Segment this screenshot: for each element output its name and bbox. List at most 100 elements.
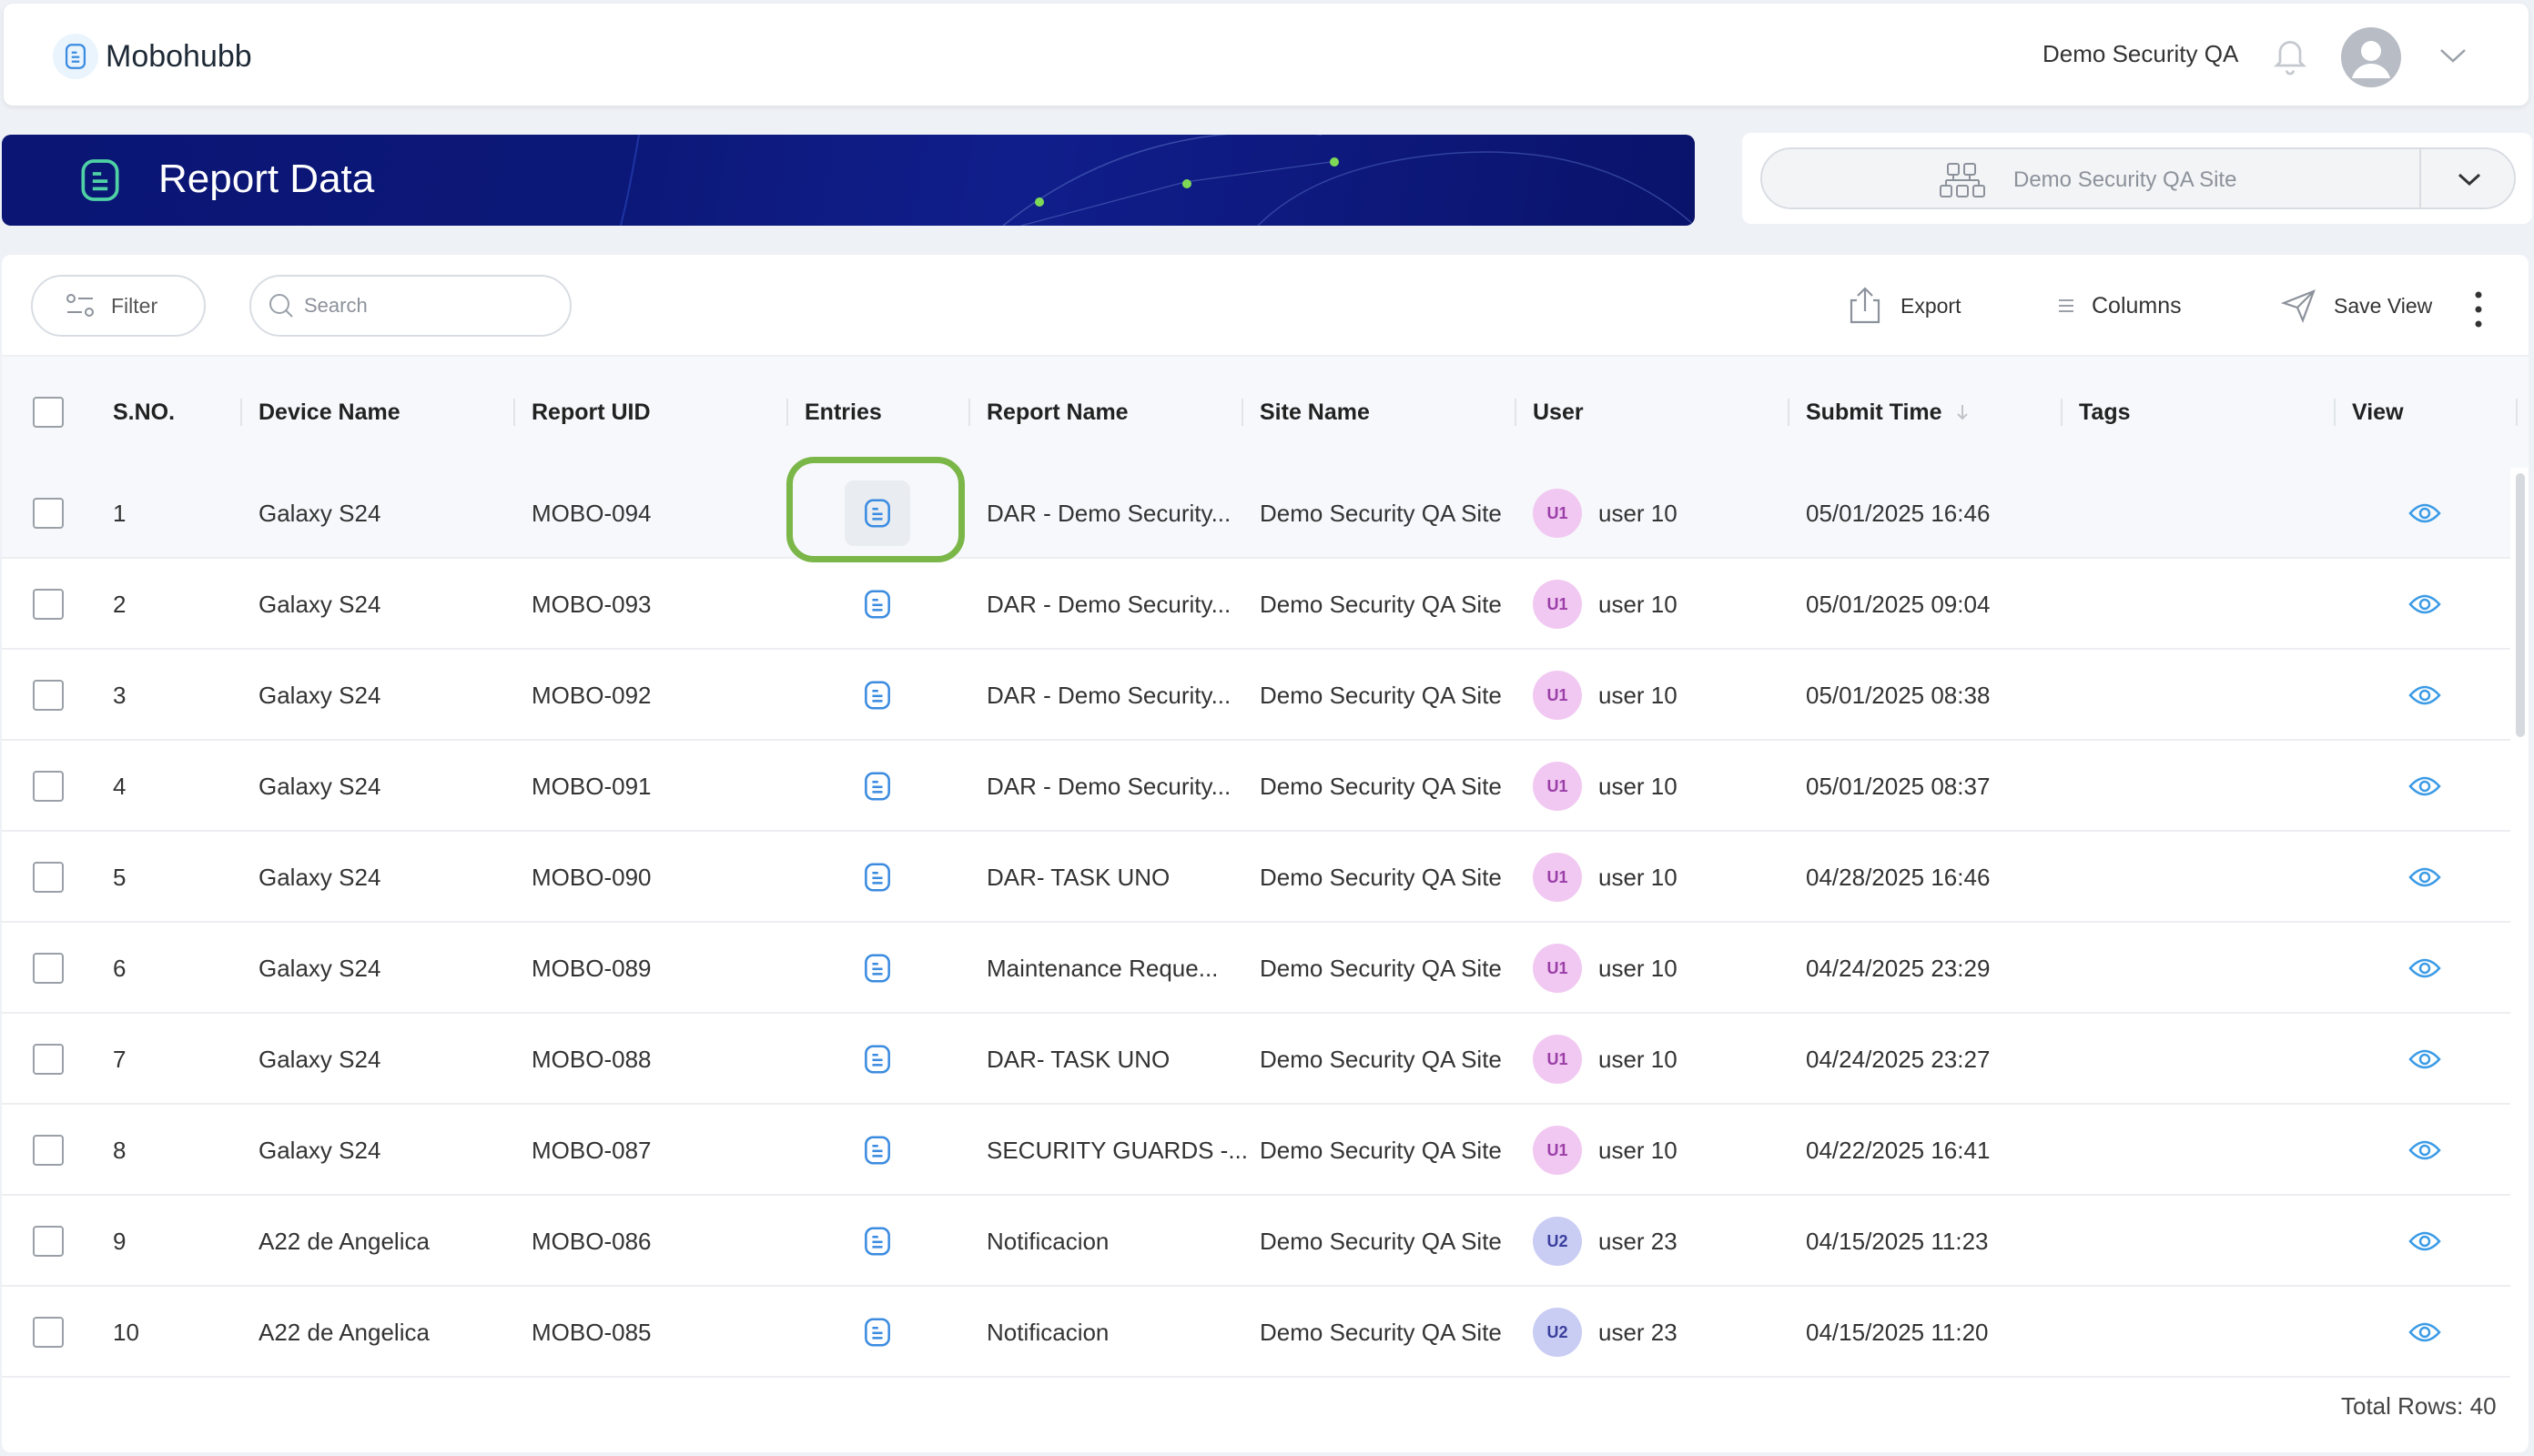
table-row[interactable]: 10 A22 de Angelica MOBO-085 Notificacion Dem… (2, 1287, 2510, 1378)
column-device-name[interactable]: Device Name (258, 357, 400, 468)
table-row[interactable]: 1 Galaxy S24 MOBO-094 DAR - Demo Security..… (2, 468, 2510, 559)
entries-button[interactable] (845, 468, 910, 559)
row-checkbox[interactable] (33, 1287, 64, 1378)
column-separator (1515, 399, 1516, 426)
page-banner: Report Data (2, 135, 1695, 226)
column-sno[interactable]: S.NO. (113, 357, 175, 468)
entries-button[interactable] (845, 741, 910, 832)
cell-sno: 10 (113, 1318, 139, 1346)
table-row[interactable]: 2 Galaxy S24 MOBO-093 DAR - Demo Security..… (2, 559, 2510, 650)
account-name[interactable]: Demo Security QA (2042, 40, 2238, 68)
cell-device-name: Galaxy S24 (258, 1045, 381, 1073)
eye-icon[interactable] (2408, 1287, 2441, 1378)
entries-button[interactable] (845, 832, 910, 923)
row-checkbox[interactable] (33, 1014, 64, 1105)
cell-report-uid: MOBO-086 (532, 1227, 652, 1255)
eye-icon[interactable] (2408, 1196, 2441, 1287)
document-lines-icon (845, 571, 910, 637)
cell-report-name: DAR- TASK UNO (987, 1045, 1171, 1073)
table-row[interactable]: 3 Galaxy S24 MOBO-092 DAR - Demo Security..… (2, 650, 2510, 741)
export-label: Export (1900, 293, 1961, 318)
site-select[interactable]: Demo Security QA Site (1760, 147, 2516, 209)
entries-button[interactable] (845, 559, 910, 650)
user-badge: U1 (1533, 580, 1582, 629)
user-avatar-icon[interactable] (2341, 27, 2401, 87)
row-checkbox[interactable] (33, 832, 64, 923)
search-input[interactable] (304, 294, 541, 318)
row-checkbox[interactable] (33, 1105, 64, 1196)
cell-sno: 4 (113, 772, 127, 800)
document-lines-icon (845, 844, 910, 910)
more-options-icon[interactable] (2474, 282, 2483, 337)
cell-device-name: Galaxy S24 (258, 590, 381, 618)
eye-icon[interactable] (2408, 832, 2441, 923)
chevron-down-icon[interactable] (2438, 46, 2468, 70)
cell-sno: 5 (113, 863, 127, 891)
table-row[interactable]: 7 Galaxy S24 MOBO-088 DAR- TASK UNO Demo Sec… (2, 1014, 2510, 1105)
column-submit-time[interactable]: Submit Time (1806, 357, 1970, 468)
user-badge: U2 (1533, 1308, 1582, 1357)
bell-icon[interactable] (2270, 33, 2310, 83)
brand[interactable]: Mobohubb (53, 33, 252, 80)
column-report-name[interactable]: Report Name (987, 357, 1129, 468)
entries-button[interactable] (845, 650, 910, 741)
row-checkbox[interactable] (33, 468, 64, 559)
cell-device-name: Galaxy S24 (258, 772, 381, 800)
user-name: user 23 (1598, 1318, 1678, 1346)
column-separator (2516, 399, 2518, 426)
table-row[interactable]: 4 Galaxy S24 MOBO-091 DAR - Demo Security..… (2, 741, 2510, 832)
document-lines-icon (845, 1117, 910, 1183)
eye-icon[interactable] (2408, 741, 2441, 832)
filter-button[interactable]: Filter (31, 275, 206, 337)
total-rows: Total Rows: 40 (2341, 1392, 2497, 1420)
row-checkbox[interactable] (33, 650, 64, 741)
entries-button[interactable] (845, 923, 910, 1014)
sort-arrow-icon[interactable] (1955, 403, 1970, 421)
row-checkbox[interactable] (33, 559, 64, 650)
cell-report-name: Maintenance Reque... (987, 954, 1219, 982)
cell-report-name: DAR- TASK UNO (987, 863, 1171, 891)
column-user[interactable]: User (1533, 357, 1584, 468)
column-separator (240, 399, 242, 426)
entries-button[interactable] (845, 1014, 910, 1105)
table-row[interactable]: 6 Galaxy S24 MOBO-089 Maintenance Reque... D… (2, 923, 2510, 1014)
eye-icon[interactable] (2408, 923, 2441, 1014)
row-checkbox[interactable] (33, 741, 64, 832)
cell-site-name: Demo Security QA Site (1260, 1227, 1502, 1255)
column-report-uid[interactable]: Report UID (532, 357, 651, 468)
column-site-name[interactable]: Site Name (1260, 357, 1370, 468)
site-selector-card: Demo Security QA Site (1742, 133, 2532, 224)
column-tags[interactable]: Tags (2079, 357, 2131, 468)
eye-icon[interactable] (2408, 559, 2441, 650)
table-row[interactable]: 8 Galaxy S24 MOBO-087 SECURITY GUARDS -... D… (2, 1105, 2510, 1196)
top-header: Mobohubb Demo Security QA (4, 4, 2529, 106)
eye-icon[interactable] (2408, 468, 2441, 559)
page-title: Report Data (158, 157, 375, 201)
column-view[interactable]: View (2352, 357, 2404, 468)
column-separator (2061, 399, 2063, 426)
vertical-scrollbar[interactable] (2516, 473, 2525, 737)
export-button[interactable]: Export (1846, 278, 1961, 333)
search-field[interactable] (249, 275, 572, 337)
column-separator (786, 399, 788, 426)
cell-sno: 1 (113, 499, 127, 527)
table-row[interactable]: 9 A22 de Angelica MOBO-086 Notificacion Demo… (2, 1196, 2510, 1287)
eye-icon[interactable] (2408, 1014, 2441, 1105)
columns-button[interactable]: Columns (2057, 278, 2182, 333)
entries-button[interactable] (845, 1105, 910, 1196)
cell-user: U1 user 10 (1533, 741, 1678, 832)
row-checkbox[interactable] (33, 1196, 64, 1287)
entries-button[interactable] (845, 1196, 910, 1287)
eye-icon[interactable] (2408, 1105, 2441, 1196)
report-icon (75, 155, 126, 210)
cell-user: U1 user 10 (1533, 650, 1678, 741)
eye-icon[interactable] (2408, 650, 2441, 741)
save-view-button[interactable]: Save View (2281, 278, 2432, 333)
select-all-checkbox[interactable] (33, 357, 64, 468)
entries-button[interactable] (845, 1287, 910, 1378)
column-entries[interactable]: Entries (805, 357, 882, 468)
row-checkbox[interactable] (33, 923, 64, 1014)
chevron-down-icon[interactable] (2456, 169, 2483, 194)
cell-device-name: A22 de Angelica (258, 1318, 430, 1346)
table-row[interactable]: 5 Galaxy S24 MOBO-090 DAR- TASK UNO Demo Sec… (2, 832, 2510, 923)
